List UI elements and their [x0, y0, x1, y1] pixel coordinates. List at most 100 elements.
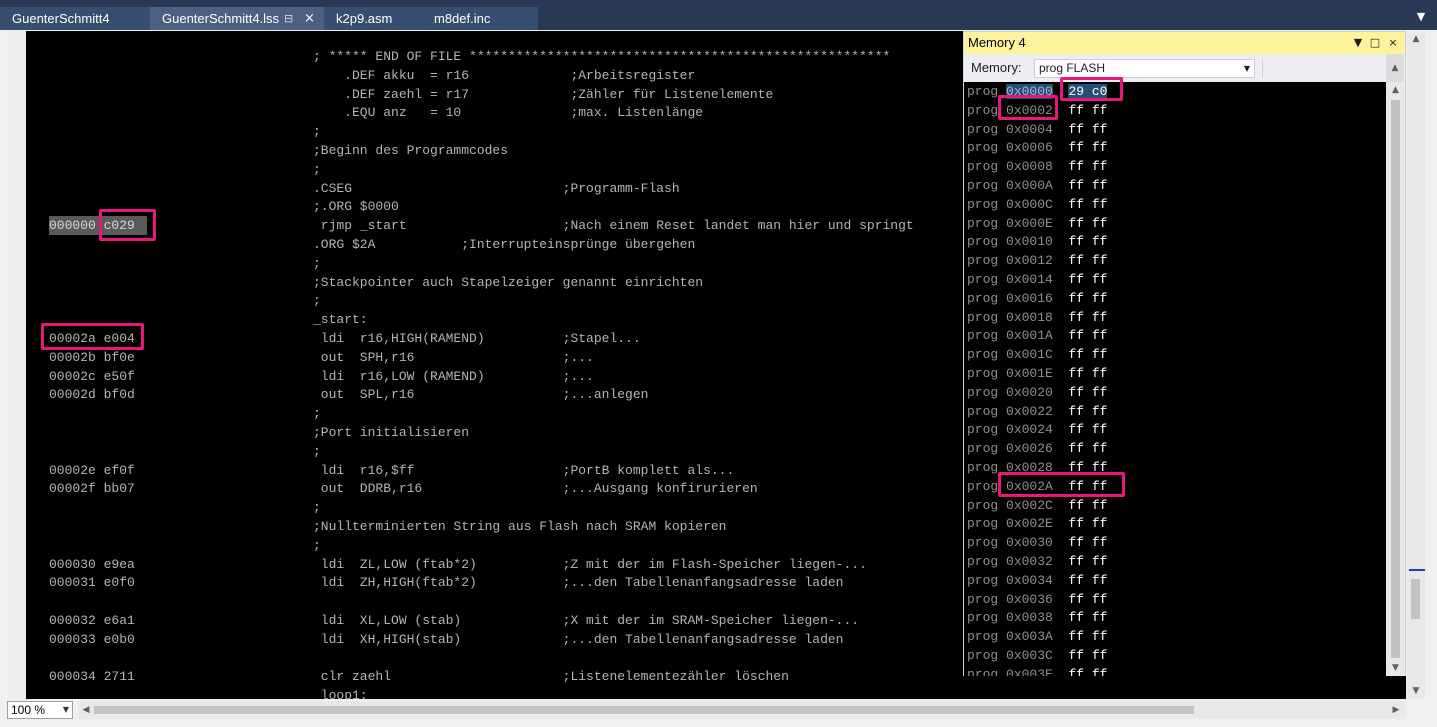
memory-bytes[interactable]: ff ff [1068, 441, 1107, 456]
memory-row[interactable]: prog 0x001A ff ff [967, 326, 1107, 345]
memory-row[interactable]: prog 0x0034 ff ff [967, 571, 1107, 590]
scroll-down-icon[interactable]: ▼ [1407, 683, 1425, 699]
memory-row[interactable]: prog 0x003A ff ff [967, 627, 1107, 646]
memory-address: 0x0036 [1006, 592, 1053, 607]
memory-bytes[interactable]: ff ff [1068, 328, 1107, 343]
memory-bytes[interactable]: ff ff [1068, 385, 1107, 400]
memory-bytes[interactable]: ff ff [1068, 216, 1107, 231]
memory-row[interactable]: prog 0x0036 ff ff [967, 590, 1107, 609]
memory-row[interactable]: prog 0x0032 ff ff [967, 552, 1107, 571]
memory-row[interactable]: prog 0x0004 ff ff [967, 120, 1107, 139]
memory-row[interactable]: prog 0x003E ff ff [967, 665, 1107, 676]
memory-bytes[interactable]: ff ff [1068, 535, 1107, 550]
memory-bytes[interactable]: ff ff [1068, 610, 1107, 625]
memory-row[interactable]: prog 0x0022 ff ff [967, 402, 1107, 421]
tab-overflow-chevron-down-icon[interactable]: ▼ [1411, 8, 1431, 26]
scroll-position-marker [1409, 569, 1425, 571]
memory-row[interactable]: prog 0x002E ff ff [967, 514, 1107, 533]
memory-row[interactable]: prog 0x0016 ff ff [967, 289, 1107, 308]
memory-bytes[interactable]: ff ff [1068, 592, 1107, 607]
scroll-down-icon[interactable]: ▼ [1386, 660, 1405, 676]
code-line: ;Nullterminierten String aus Flash nach … [313, 519, 727, 534]
code-line: ; [313, 162, 321, 177]
memory-row[interactable]: prog 0x0008 ff ff [967, 157, 1107, 176]
code-line: ;Stackpointer auch Stapelzeiger genannt … [313, 275, 704, 290]
memory-row[interactable]: prog 0x000C ff ff [967, 195, 1107, 214]
maximize-icon[interactable]: □ [1367, 32, 1383, 54]
memory-address: 0x0008 [1006, 159, 1053, 174]
memory-bytes[interactable]: ff ff [1068, 159, 1107, 174]
memory-row[interactable]: prog 0x0038 ff ff [967, 608, 1107, 627]
memory-vertical-scrollbar[interactable]: ▲ ▼ [1386, 82, 1405, 676]
memory-row[interactable]: prog 0x0006 ff ff [967, 138, 1107, 157]
scroll-up-icon[interactable]: ▲ [1386, 54, 1404, 82]
memory-row[interactable]: prog 0x0010 ff ff [967, 232, 1107, 251]
zoom-select[interactable]: 100 % ▼ [7, 701, 73, 719]
memory-bytes[interactable]: ff ff [1068, 404, 1107, 419]
memory-bytes[interactable]: ff ff [1068, 197, 1107, 212]
memory-toolbar: Memory: prog FLASH ▼ ▲ [964, 54, 1405, 82]
memory-row[interactable]: prog 0x0030 ff ff [967, 533, 1107, 552]
memory-bytes[interactable]: ff ff [1068, 103, 1107, 118]
tab-m8def-inc[interactable]: m8def.inc [422, 7, 538, 30]
memory-bytes[interactable]: ff ff [1068, 310, 1107, 325]
memory-row[interactable]: prog 0x0020 ff ff [967, 383, 1107, 402]
memory-bytes[interactable]: ff ff [1068, 516, 1107, 531]
memory-bytes[interactable]: ff ff [1068, 234, 1107, 249]
memory-row[interactable]: prog 0x001E ff ff [967, 364, 1107, 383]
memory-bytes[interactable]: ff ff [1068, 573, 1107, 588]
tab-k2p9-asm[interactable]: k2p9.asm [324, 7, 422, 30]
memory-bytes[interactable]: ff ff [1068, 347, 1107, 362]
memory-row[interactable]: prog 0x000E ff ff [967, 214, 1107, 233]
memory-row[interactable]: prog 0x000A ff ff [967, 176, 1107, 195]
scroll-right-icon[interactable]: ▶ [1388, 701, 1404, 719]
memory-bytes[interactable]: ff ff [1068, 272, 1107, 287]
scroll-up-icon[interactable]: ▲ [1386, 82, 1405, 98]
memory-bytes[interactable]: ff ff [1068, 648, 1107, 663]
memory-toolbar-scroll[interactable]: ▲ [1386, 54, 1404, 82]
memory-bytes[interactable]: ff ff [1068, 422, 1107, 437]
memory-row[interactable]: prog 0x0012 ff ff [967, 251, 1107, 270]
line-address: 000034 2711 [49, 669, 135, 684]
editor-vertical-scrollbar[interactable]: ▲ ▼ [1407, 31, 1425, 699]
memory-bytes[interactable]: ff ff [1068, 667, 1107, 676]
close-icon[interactable]: × [304, 7, 318, 30]
memory-space: prog [967, 460, 999, 475]
memory-bytes[interactable]: ff ff [1068, 554, 1107, 569]
highlight-box-29c0 [1060, 77, 1123, 101]
memory-row[interactable]: prog 0x001C ff ff [967, 345, 1107, 364]
memory-row[interactable]: prog 0x0026 ff ff [967, 439, 1107, 458]
memory-bytes[interactable]: ff ff [1068, 498, 1107, 513]
memory-bytes[interactable]: ff ff [1068, 629, 1107, 644]
memory-space: prog [967, 122, 999, 137]
scroll-up-icon[interactable]: ▲ [1407, 31, 1425, 47]
memory-bytes[interactable]: ff ff [1068, 178, 1107, 193]
memory-view[interactable]: prog 0x0000 29 c0 prog 0x0002 ff ff prog 0… [964, 82, 1386, 676]
memory-bytes[interactable]: ff ff [1068, 291, 1107, 306]
tab-guenterschmitt4[interactable]: GuenterSchmitt4 [0, 7, 150, 30]
memory-row[interactable]: prog 0x002C ff ff [967, 496, 1107, 515]
memory-space: prog [967, 422, 999, 437]
editor-vscroll-thumb[interactable] [1411, 579, 1420, 619]
editor-horizontal-scrollbar[interactable]: ◀ ▶ [78, 701, 1406, 719]
toolbar-separator [1262, 59, 1263, 78]
memory-row[interactable]: prog 0x003C ff ff [967, 646, 1107, 665]
memory-address: 0x0006 [1006, 140, 1053, 155]
code-line: ; [313, 500, 321, 515]
close-icon[interactable]: × [1385, 32, 1401, 54]
editor-hscroll-thumb[interactable] [94, 706, 1194, 714]
memory-row[interactable]: prog 0x0018 ff ff [967, 308, 1107, 327]
memory-bytes[interactable]: ff ff [1068, 140, 1107, 155]
memory-address: 0x0032 [1006, 554, 1053, 569]
memory-scroll-thumb[interactable] [1391, 100, 1400, 658]
pin-icon[interactable]: ⊟ [284, 7, 298, 30]
memory-bytes[interactable]: ff ff [1068, 122, 1107, 137]
memory-row[interactable]: prog 0x0024 ff ff [967, 420, 1107, 439]
memory-bytes[interactable]: ff ff [1068, 253, 1107, 268]
memory-row[interactable]: prog 0x0014 ff ff [967, 270, 1107, 289]
code-line: ; [313, 406, 321, 421]
memory-space-select[interactable]: prog FLASH ▼ [1034, 59, 1255, 78]
scroll-left-icon[interactable]: ◀ [78, 701, 94, 719]
memory-bytes[interactable]: ff ff [1068, 366, 1107, 381]
window-menu-chevron-down-icon[interactable]: ▼ [1350, 32, 1366, 54]
